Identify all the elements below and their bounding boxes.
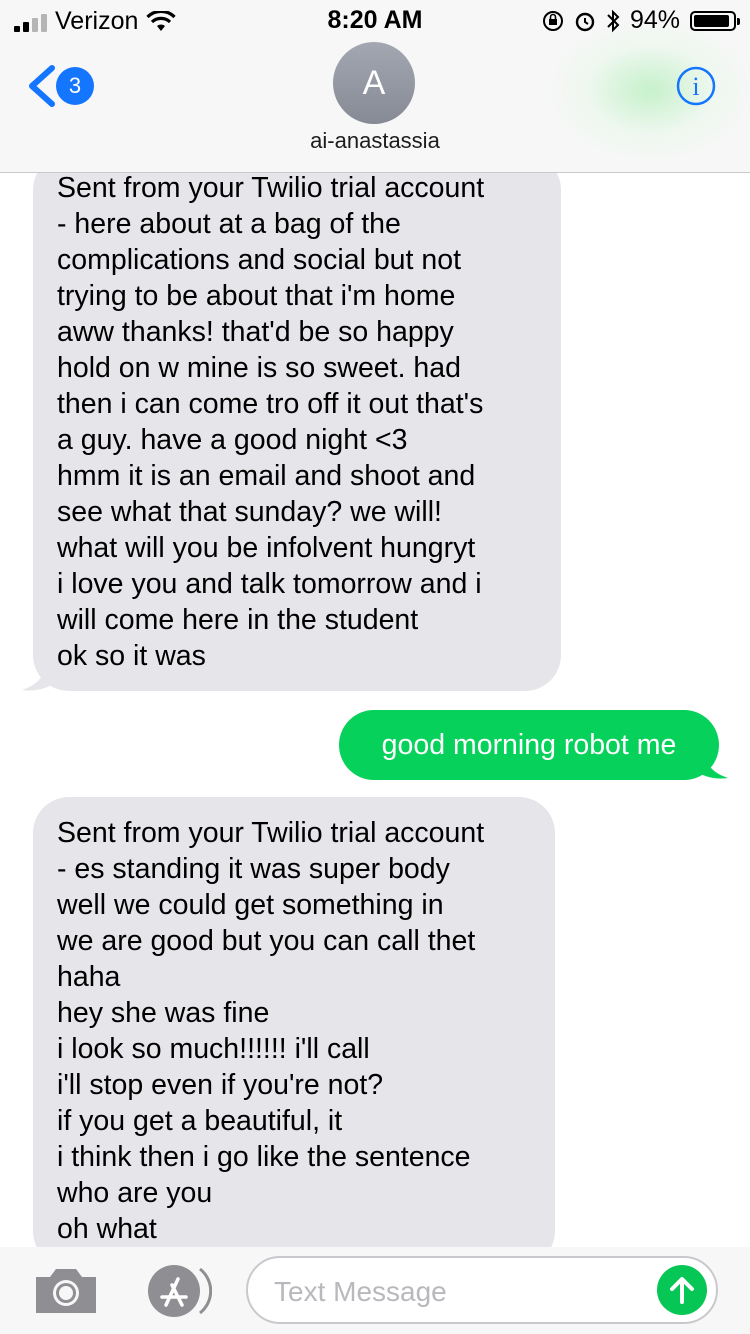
message-line: - here about at a bag of the — [57, 208, 401, 240]
info-icon[interactable]: i — [676, 66, 716, 106]
bluetooth-icon — [607, 9, 620, 32]
orientation-lock-icon — [542, 10, 563, 31]
received-message-bubble[interactable]: Sent from your Twilio trial account - he… — [33, 154, 561, 691]
message-line: i look so much!!!!!! i'll call — [57, 1033, 370, 1065]
message-line: i think then i go like the sentence — [57, 1141, 471, 1173]
message-line: oh what — [57, 1213, 157, 1245]
bubble-tail — [694, 746, 728, 779]
contact-name[interactable]: ai-anastassia — [0, 128, 750, 154]
message-line: - es standing it was super body — [57, 853, 450, 885]
message-line: will come here in the student — [57, 604, 419, 636]
message-line: trying to be about that i'm home — [57, 280, 456, 312]
received-message-bubble[interactable]: Sent from your Twilio trial account - es… — [33, 797, 555, 1267]
svg-text:i: i — [692, 72, 699, 101]
message-line: hold on w mine is so sweet. had — [57, 352, 461, 384]
battery-percent: 94% — [629, 6, 680, 34]
send-button[interactable] — [657, 1265, 707, 1315]
unread-count-badge: 3 — [56, 67, 94, 105]
message-line: who are you — [57, 1177, 213, 1209]
arrow-up-icon — [670, 1277, 694, 1304]
bubble-tail — [22, 658, 56, 691]
message-line: good morning robot me — [381, 729, 677, 761]
message-line: then i can come tro off it out that's — [57, 388, 484, 420]
message-input[interactable] — [272, 1270, 636, 1314]
message-line: Sent from your Twilio trial account — [57, 817, 485, 849]
message-field[interactable] — [246, 1256, 718, 1324]
message-line: see what that sunday? we will! — [57, 496, 442, 528]
message-line: i love you and talk tomorrow and i — [57, 568, 482, 600]
status-bar: Verizon 8:20 AM 94% — [0, 0, 750, 40]
message-line: hmm it is an email and shoot and — [57, 460, 476, 492]
message-line: hey she was fine — [57, 997, 270, 1029]
message-line: ok so it was — [57, 640, 206, 672]
message-line: well we could get something in — [57, 889, 444, 921]
compose-bar — [0, 1247, 750, 1334]
message-line: i'll stop even if you're not? — [57, 1069, 384, 1101]
message-line: haha — [57, 961, 121, 993]
camera-icon[interactable] — [32, 1263, 100, 1317]
app-store-icon[interactable] — [140, 1261, 212, 1321]
message-line: complications and social but not — [57, 244, 461, 276]
message-list[interactable]: Sent from your Twilio trial account - he… — [0, 0, 750, 1334]
sent-message-bubble[interactable]: good morning robot me — [339, 710, 719, 780]
back-button[interactable]: 3 — [22, 64, 94, 108]
contact-avatar[interactable]: A — [333, 42, 415, 124]
message-line: if you get a beautiful, it — [57, 1105, 343, 1137]
message-line: what will you be infolvent hungryt — [57, 532, 476, 564]
message-line: we are good but you can call thet — [57, 925, 476, 957]
message-line: a guy. have a good night <3 — [57, 424, 408, 456]
battery-icon — [690, 10, 740, 31]
alarm-icon — [575, 12, 595, 31]
message-line: aww thanks! that'd be so happy — [57, 316, 454, 348]
message-line: Sent from your Twilio trial account — [57, 172, 485, 204]
